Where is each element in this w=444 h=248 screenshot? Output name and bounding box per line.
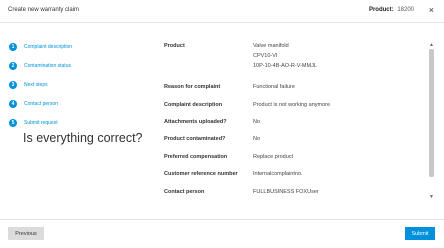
summary-value: Product is not working anymore xyxy=(253,102,331,108)
step-contamination-status[interactable]: 2 Contamination status xyxy=(9,61,71,71)
product-label: Product: xyxy=(368,7,394,13)
step-label: Next steps xyxy=(24,82,48,88)
summary-label: Product xyxy=(164,43,185,49)
step-label: Contamination status xyxy=(24,63,71,69)
summary-label: Customer reference number xyxy=(164,171,238,177)
summary-label: Contact person xyxy=(164,189,205,195)
submit-button[interactable]: Submit xyxy=(405,227,435,240)
product-number: 18200 xyxy=(397,7,414,13)
scroll-thumb[interactable] xyxy=(429,49,434,177)
step-number: 3 xyxy=(9,81,17,89)
step-label: Complaint description xyxy=(24,44,73,50)
dialog-header: Create new warranty claim Product: 18200… xyxy=(0,0,444,23)
step-label: Submit request xyxy=(24,120,58,126)
vertical-scrollbar[interactable]: ▲ ▼ xyxy=(428,42,435,200)
summary-value: Functional failure xyxy=(253,84,295,90)
summary-label: Product contaminated? xyxy=(164,136,226,142)
close-icon[interactable]: × xyxy=(429,4,434,16)
previous-button[interactable]: Previous xyxy=(8,227,44,240)
summary-label: Complaint description xyxy=(164,102,223,108)
step-complaint-description[interactable]: 1 Complaint description xyxy=(9,42,72,52)
step-label: Contact person xyxy=(24,101,58,107)
step-submit-request[interactable]: 5 Submit request xyxy=(9,118,58,128)
product-info: Product: 18200 xyxy=(369,7,414,13)
product-name: Valve manifold xyxy=(253,43,289,49)
step-contact-person[interactable]: 4 Contact person xyxy=(9,99,58,109)
step-number: 1 xyxy=(9,43,17,51)
confirmation-question: Is everything correct? xyxy=(23,131,143,145)
summary-value: FULLBUSINESS FOXUser xyxy=(253,189,319,195)
footer-divider xyxy=(0,219,444,220)
dialog-title: Create new warranty claim xyxy=(8,7,80,13)
step-number: 5 xyxy=(9,119,17,127)
summary-label: Reason for complaint xyxy=(164,84,221,90)
summary-label: Preferred compensation xyxy=(164,154,228,160)
summary-label: Attachments uploaded? xyxy=(164,119,227,125)
step-next-steps[interactable]: 3 Next steps xyxy=(9,80,48,90)
scroll-down-icon[interactable]: ▼ xyxy=(428,194,435,200)
summary-value: No xyxy=(253,136,261,142)
step-number: 4 xyxy=(9,100,17,108)
summary-value: No xyxy=(253,119,261,125)
scroll-up-icon[interactable]: ▲ xyxy=(428,42,435,48)
step-number: 2 xyxy=(9,62,17,70)
summary-value: Replace product xyxy=(253,154,294,160)
product-model: CPV10-VI xyxy=(253,53,278,59)
summary-value: Internalcomplaintno. xyxy=(253,171,303,177)
product-code: 10P-10-4B-AO-R-V-MMJL xyxy=(253,63,317,69)
